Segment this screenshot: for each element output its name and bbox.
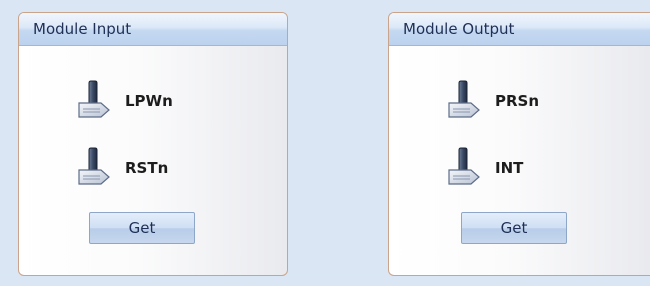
module-input-panel: Module Input LPWn RSTn Get <box>18 12 288 276</box>
module-output-panel: Module Output PRSn INT Get <box>388 12 650 276</box>
signal-int[interactable]: INT <box>445 147 523 189</box>
module-output-header: Module Output <box>389 13 650 46</box>
toggle-switch-icon[interactable] <box>445 147 483 189</box>
module-input-header: Module Input <box>19 13 287 46</box>
signal-lpwn[interactable]: LPWn <box>75 80 173 122</box>
output-get-button[interactable]: Get <box>461 212 567 244</box>
module-output-title: Module Output <box>403 20 515 38</box>
toggle-switch-icon[interactable] <box>75 80 113 122</box>
signal-int-label: INT <box>495 159 524 177</box>
toggle-switch-icon[interactable] <box>75 147 113 189</box>
signal-rstn[interactable]: RSTn <box>75 147 168 189</box>
signal-prsn[interactable]: PRSn <box>445 80 539 122</box>
module-input-title: Module Input <box>33 20 132 38</box>
signal-rstn-label: RSTn <box>125 159 169 177</box>
input-get-button[interactable]: Get <box>89 212 195 244</box>
signal-prsn-label: PRSn <box>495 92 540 110</box>
signal-lpwn-label: LPWn <box>125 92 173 110</box>
toggle-switch-icon[interactable] <box>445 80 483 122</box>
